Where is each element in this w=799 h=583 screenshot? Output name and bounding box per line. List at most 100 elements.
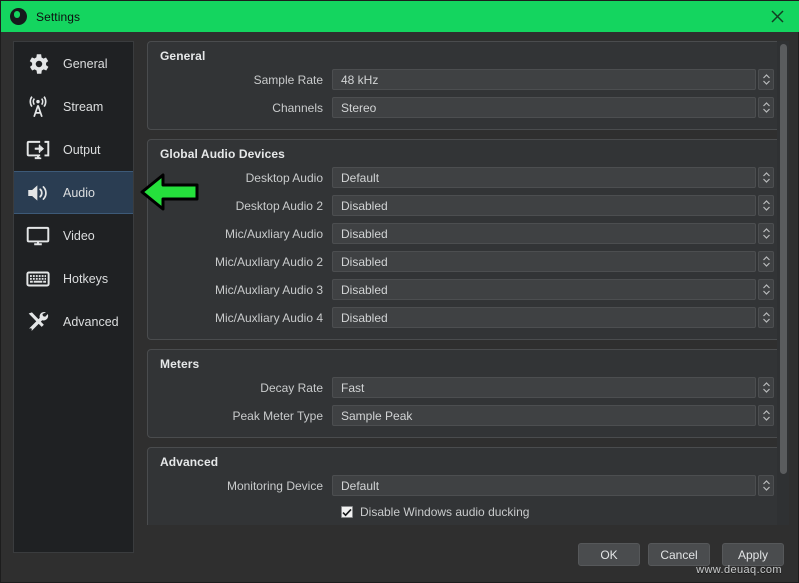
combo-value: Disabled bbox=[341, 254, 388, 269]
combo-value: Sample Peak bbox=[341, 408, 413, 423]
row-label: Desktop Audio 2 bbox=[235, 198, 323, 213]
settings-content: General Sample Rate 48 kHz Channels Ster… bbox=[147, 41, 788, 525]
sidebar-item-general[interactable]: General bbox=[14, 42, 133, 85]
setting-row: Mic/Auxliary Audio 3 Disabled bbox=[160, 278, 775, 301]
close-icon[interactable] bbox=[755, 1, 799, 32]
sidebar-item-label: Advanced bbox=[63, 314, 119, 329]
sidebar-item-label: Hotkeys bbox=[63, 271, 109, 286]
combo-value: Default bbox=[341, 170, 380, 185]
monitor-icon bbox=[24, 222, 52, 250]
combo-value: Disabled bbox=[341, 310, 388, 325]
setting-row: Decay Rate Fast bbox=[160, 376, 775, 399]
combo-value: Stereo bbox=[341, 100, 377, 115]
setting-row: Monitoring Device Default bbox=[160, 474, 775, 497]
apply-button[interactable]: Apply bbox=[722, 543, 784, 566]
disable-audio-ducking-checkbox[interactable] bbox=[341, 506, 353, 518]
watermark: www.deuaq.com bbox=[696, 564, 782, 576]
spinner-arrows-icon[interactable] bbox=[758, 223, 774, 244]
sidebar-item-video[interactable]: Video bbox=[14, 214, 133, 257]
tools-icon bbox=[24, 308, 52, 336]
mic-aux-audio-4-select[interactable]: Disabled bbox=[332, 307, 756, 328]
monitor-out-icon bbox=[24, 136, 52, 164]
setting-row: Channels Stereo bbox=[160, 96, 775, 119]
row-label: Mic/Auxliary Audio bbox=[224, 226, 323, 241]
sidebar-item-output[interactable]: Output bbox=[14, 128, 133, 171]
sidebar-item-label: Stream bbox=[63, 99, 104, 114]
row-label: Mic/Auxliary Audio 4 bbox=[214, 310, 323, 325]
row-label: Mic/Auxliary Audio 2 bbox=[214, 254, 323, 269]
checkbox-label: Disable Windows audio ducking bbox=[360, 505, 530, 519]
spinner-arrows-icon[interactable] bbox=[758, 251, 774, 272]
gear-icon bbox=[24, 50, 52, 78]
sidebar-item-audio[interactable]: Audio bbox=[14, 171, 133, 214]
setting-row: Desktop Audio 2 Disabled bbox=[160, 194, 775, 217]
spinner-arrows-icon[interactable] bbox=[758, 377, 774, 398]
group-general: General Sample Rate 48 kHz Channels Ster… bbox=[147, 41, 788, 130]
group-title: General bbox=[160, 49, 206, 63]
setting-row: Mic/Auxliary Audio 4 Disabled bbox=[160, 306, 775, 329]
spinner-arrows-icon[interactable] bbox=[758, 475, 774, 496]
mic-aux-audio-3-select[interactable]: Disabled bbox=[332, 279, 756, 300]
combo-value: Default bbox=[341, 478, 380, 493]
spinner-arrows-icon[interactable] bbox=[758, 279, 774, 300]
desktop-audio-select[interactable]: Default bbox=[332, 167, 756, 188]
row-label: Peak Meter Type bbox=[232, 408, 324, 423]
dialog-button-bar: OK Cancel Apply www.deuaq.com bbox=[1, 529, 799, 582]
setting-row: Desktop Audio Default bbox=[160, 166, 775, 189]
group-meters: Meters Decay Rate Fast Peak Meter Type S… bbox=[147, 349, 788, 438]
sidebar-item-hotkeys[interactable]: Hotkeys bbox=[14, 257, 133, 300]
sidebar-item-advanced[interactable]: Advanced bbox=[14, 300, 133, 343]
spinner-arrows-icon[interactable] bbox=[758, 195, 774, 216]
title-bar: Settings bbox=[1, 1, 799, 32]
group-title: Meters bbox=[160, 357, 200, 371]
content-scrollbar[interactable] bbox=[777, 41, 789, 525]
settings-sidebar: General Stream Output Audio Video Hotkey… bbox=[13, 41, 134, 553]
row-label: Sample Rate bbox=[253, 72, 323, 87]
peak-meter-type-select[interactable]: Sample Peak bbox=[332, 405, 756, 426]
group-global-audio-devices: Global Audio Devices Desktop Audio Defau… bbox=[147, 139, 788, 340]
row-label: Monitoring Device bbox=[226, 478, 323, 493]
monitoring-device-select[interactable]: Default bbox=[332, 475, 756, 496]
group-title: Global Audio Devices bbox=[160, 147, 285, 161]
setting-row: Mic/Auxliary Audio Disabled bbox=[160, 222, 775, 245]
mic-aux-audio-select[interactable]: Disabled bbox=[332, 223, 756, 244]
spinner-arrows-icon[interactable] bbox=[758, 307, 774, 328]
spinner-arrows-icon[interactable] bbox=[758, 69, 774, 90]
sidebar-item-stream[interactable]: Stream bbox=[14, 85, 133, 128]
settings-window: Settings General Stream Output Audio Vid… bbox=[0, 0, 799, 583]
combo-value: Disabled bbox=[341, 226, 388, 241]
spinner-arrows-icon[interactable] bbox=[758, 97, 774, 118]
combo-value: Disabled bbox=[341, 282, 388, 297]
mic-aux-audio-2-select[interactable]: Disabled bbox=[332, 251, 756, 272]
row-label: Channels bbox=[272, 100, 323, 115]
row-label: Desktop Audio bbox=[245, 170, 323, 185]
desktop-audio-2-select[interactable]: Disabled bbox=[332, 195, 756, 216]
combo-value: Disabled bbox=[341, 198, 388, 213]
group-advanced: Advanced Monitoring Device Default Disab… bbox=[147, 447, 788, 525]
ok-button[interactable]: OK bbox=[578, 543, 640, 566]
sidebar-item-label: Output bbox=[63, 142, 101, 157]
spinner-arrows-icon[interactable] bbox=[758, 167, 774, 188]
speaker-icon bbox=[24, 179, 52, 207]
sidebar-item-label: Audio bbox=[63, 185, 95, 200]
sidebar-item-label: Video bbox=[63, 228, 95, 243]
combo-value: Fast bbox=[341, 380, 365, 395]
setting-row: Peak Meter Type Sample Peak bbox=[160, 404, 775, 427]
sample-rate-select[interactable]: 48 kHz bbox=[332, 69, 756, 90]
setting-row: Sample Rate 48 kHz bbox=[160, 68, 775, 91]
obs-logo-icon bbox=[10, 8, 27, 25]
antenna-icon bbox=[24, 93, 52, 121]
row-label: Decay Rate bbox=[260, 380, 323, 395]
row-label: Mic/Auxliary Audio 3 bbox=[214, 282, 323, 297]
disable-audio-ducking-row: Disable Windows audio ducking bbox=[160, 502, 775, 522]
group-title: Advanced bbox=[160, 455, 219, 469]
keyboard-icon bbox=[24, 265, 52, 293]
decay-rate-select[interactable]: Fast bbox=[332, 377, 756, 398]
sidebar-item-label: General bbox=[63, 56, 108, 71]
channels-select[interactable]: Stereo bbox=[332, 97, 756, 118]
cancel-button[interactable]: Cancel bbox=[648, 543, 710, 566]
scrollbar-thumb[interactable] bbox=[780, 44, 787, 474]
setting-row: Mic/Auxliary Audio 2 Disabled bbox=[160, 250, 775, 273]
spinner-arrows-icon[interactable] bbox=[758, 405, 774, 426]
combo-value: 48 kHz bbox=[341, 72, 379, 87]
